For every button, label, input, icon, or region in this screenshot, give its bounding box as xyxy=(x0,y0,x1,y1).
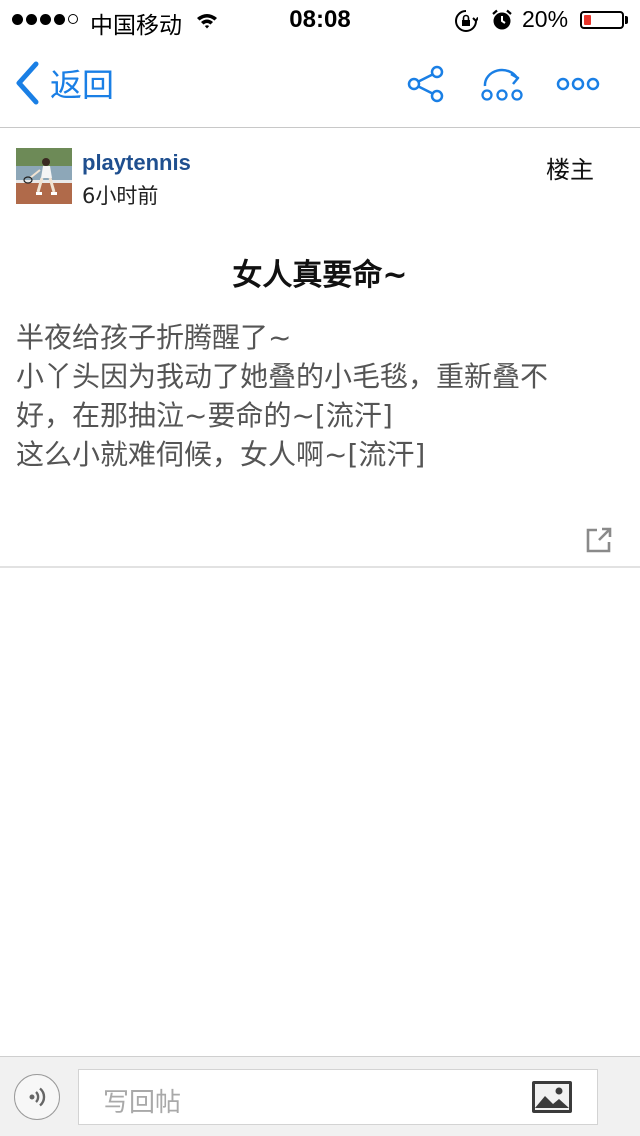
post-body-line: 这么小就难伺候，女人啊~[流汗] xyxy=(16,438,426,471)
post-body-line: 小丫头因为我动了她叠的小毛毯，重新叠不 xyxy=(16,360,549,393)
redirect-icon[interactable] xyxy=(479,64,525,108)
battery-icon xyxy=(580,11,624,29)
voice-icon xyxy=(29,1087,46,1107)
open-external-icon[interactable] xyxy=(585,526,613,558)
post-divider xyxy=(0,566,640,568)
more-icon[interactable] xyxy=(555,64,601,108)
alarm-icon xyxy=(490,8,514,38)
battery-cap xyxy=(625,16,628,24)
screen: 中国移动 08:08 20% 返回 playtennis 6小时前 楼主 女人真… xyxy=(0,0,640,1136)
back-button-label: 返回 xyxy=(50,66,115,104)
post-time: 6小时前 xyxy=(82,184,159,208)
battery-percentage: 20% xyxy=(522,6,569,32)
image-upload-icon[interactable] xyxy=(531,1080,573,1118)
post-title: 女人真要命~ xyxy=(232,258,408,293)
navigation-bar: 返回 xyxy=(0,40,640,128)
avatar[interactable] xyxy=(16,148,72,204)
back-button[interactable]: 返回 xyxy=(14,60,114,106)
status-bar: 中国移动 08:08 20% xyxy=(0,0,640,40)
chevron-left-icon xyxy=(16,61,39,105)
reply-placeholder: 写回帖 xyxy=(103,1088,182,1118)
floor-label: 楼主 xyxy=(546,156,594,184)
reply-bar: 写回帖 xyxy=(0,1056,640,1136)
rotation-lock-icon xyxy=(454,9,479,39)
post-body-line: 好，在那抽泣~要命的~[流汗] xyxy=(16,399,393,432)
author-name[interactable]: playtennis xyxy=(82,150,191,176)
reply-input[interactable]: 写回帖 xyxy=(78,1069,598,1125)
voice-input-button[interactable] xyxy=(14,1074,60,1120)
share-icon[interactable] xyxy=(406,64,446,108)
post-body: 半夜给孩子折腾醒了~ 小丫头因为我动了她叠的小毛毯，重新叠不 好，在那抽泣~要命… xyxy=(16,318,628,474)
post-body-line: 半夜给孩子折腾醒了~ xyxy=(16,321,292,354)
